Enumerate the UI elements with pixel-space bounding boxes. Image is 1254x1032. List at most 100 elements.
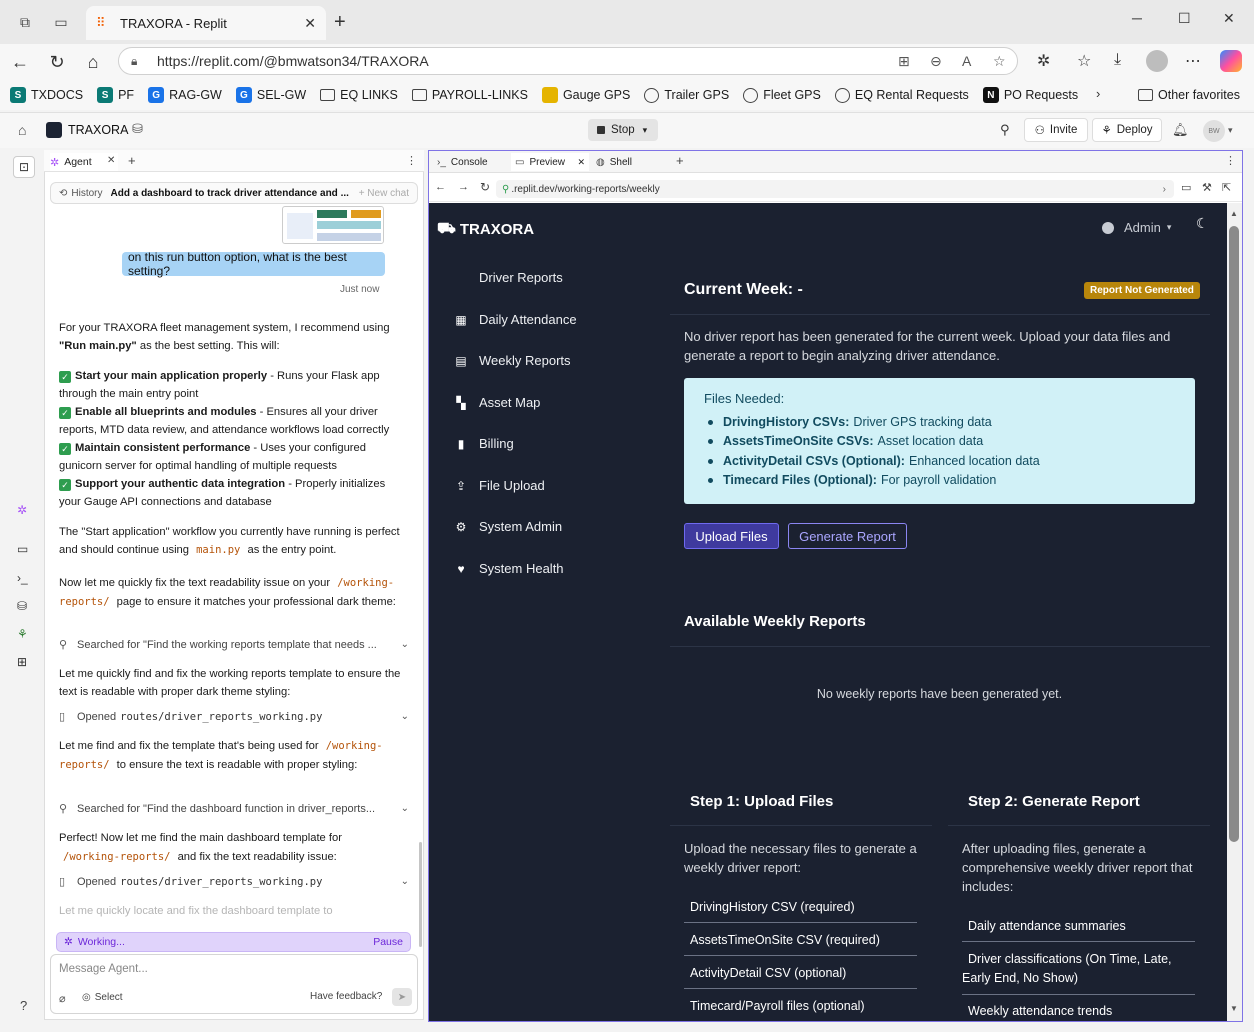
- send-button[interactable]: ➤: [392, 988, 412, 1006]
- history-bar[interactable]: ⟲ History Add a dashboard to track drive…: [50, 182, 418, 204]
- scroll-up-icon[interactable]: ▲: [1230, 209, 1238, 218]
- home-icon[interactable]: ⌂: [81, 50, 105, 74]
- new-chat-button[interactable]: + New chat: [359, 188, 409, 199]
- close-window-icon[interactable]: ✕: [1223, 10, 1235, 27]
- back-icon[interactable]: ←: [435, 181, 446, 193]
- tab-actions-icon[interactable]: ▭: [50, 11, 72, 33]
- generate-report-button[interactable]: Generate Report: [788, 523, 907, 549]
- deploy-button[interactable]: ⚘ Deploy: [1092, 118, 1162, 142]
- favorites-overflow-icon[interactable]: ›: [1096, 86, 1100, 101]
- nav-driver-reports[interactable]: Driver Reports: [479, 270, 563, 285]
- invite-button[interactable]: ⚇ Invite: [1024, 118, 1088, 142]
- tab-shell[interactable]: ◍ Shell: [594, 153, 670, 171]
- tab-console[interactable]: ›_ Console: [433, 153, 509, 171]
- select-button[interactable]: ◎ Select: [82, 992, 123, 1003]
- devices-icon[interactable]: ▭: [1181, 181, 1191, 194]
- preview-url-field[interactable]: ⚲ .replit.dev/working-reports/weekly ›: [496, 180, 1174, 198]
- more-options-icon[interactable]: ⋮: [406, 154, 417, 167]
- profile-avatar[interactable]: [1146, 50, 1168, 72]
- nav-system-health[interactable]: ♥ System Health: [454, 561, 563, 576]
- nav-system-admin[interactable]: ⚙ System Admin: [454, 519, 562, 534]
- admin-menu[interactable]: Admin ▾: [1102, 220, 1171, 235]
- moon-icon[interactable]: ☾: [1196, 215, 1209, 232]
- favorite-sel-gw[interactable]: G SEL-GW: [235, 87, 306, 103]
- extensions-icon[interactable]: ✲: [1037, 51, 1050, 71]
- browser-tab-active[interactable]: ⠿ TRAXORA - Replit ✕: [86, 6, 326, 40]
- favorite-po-requests[interactable]: N PO Requests: [982, 87, 1078, 103]
- favorite-gauge-gps[interactable]: Gauge GPS: [541, 87, 630, 103]
- home-icon[interactable]: ⌂: [18, 122, 26, 138]
- scrollbar-thumb[interactable]: [1229, 226, 1239, 842]
- downloads-icon[interactable]: ⤓: [1114, 51, 1121, 69]
- close-tab-icon[interactable]: ✕: [107, 155, 115, 166]
- pause-button[interactable]: Pause: [373, 936, 403, 948]
- favorite-txdocs[interactable]: S TXDOCS: [10, 87, 83, 103]
- nav-daily-attendance[interactable]: ▦ Daily Attendance: [454, 312, 576, 327]
- more-options-icon[interactable]: ⋮: [1225, 154, 1236, 167]
- nav-billing[interactable]: ▮ Billing: [454, 436, 514, 451]
- navigate-icon[interactable]: ›: [1163, 184, 1166, 195]
- search-icon[interactable]: ⚲: [1000, 122, 1010, 138]
- minimize-icon[interactable]: ─: [1132, 10, 1142, 26]
- agent-icon[interactable]: ✲: [17, 503, 27, 517]
- feedback-link[interactable]: Have feedback?: [310, 991, 382, 1002]
- stop-button[interactable]: Stop ▾: [588, 119, 658, 141]
- tab-preview[interactable]: ▭ Preview ✕: [511, 153, 589, 171]
- database-icon[interactable]: ⛁: [132, 121, 143, 137]
- app-available-icon[interactable]: ⊞: [898, 53, 910, 70]
- deploy-icon[interactable]: ⚘: [17, 627, 28, 641]
- zoom-icon[interactable]: ⊖: [930, 53, 942, 70]
- scroll-down-icon[interactable]: ▼: [1230, 1004, 1238, 1013]
- attach-icon[interactable]: ⌀: [59, 992, 66, 1005]
- all-tools-icon[interactable]: ⊞: [17, 655, 27, 669]
- project-name[interactable]: TRAXORA: [68, 123, 128, 137]
- favorite-pf[interactable]: S PF: [97, 87, 134, 103]
- nav-asset-map[interactable]: ▚ Asset Map: [454, 395, 540, 410]
- new-tab-button[interactable]: +: [676, 153, 684, 168]
- upload-files-button[interactable]: Upload Files: [684, 523, 779, 549]
- back-icon[interactable]: ←: [8, 50, 32, 74]
- open-new-window-icon[interactable]: ⇱: [1222, 181, 1231, 194]
- preview-icon[interactable]: ▭: [17, 542, 28, 556]
- address-bar[interactable]: 🔒︎ https://replit.com/@bmwatson34/TRAXOR…: [118, 47, 1018, 75]
- maximize-icon[interactable]: ☐: [1178, 10, 1191, 27]
- copilot-icon[interactable]: [1220, 50, 1242, 72]
- database-icon[interactable]: ⛁: [17, 599, 27, 613]
- chevron-down-icon[interactable]: ▾: [1228, 125, 1233, 136]
- agent-scrollbar[interactable]: [419, 842, 422, 947]
- app-brand[interactable]: ⛟ TRAXORA: [437, 220, 534, 239]
- new-tab-button[interactable]: +: [128, 153, 136, 168]
- new-tab-button[interactable]: +: [334, 11, 346, 34]
- favorite-trailer-gps[interactable]: Trailer GPS: [644, 87, 729, 103]
- tool-action[interactable]: ▯ Opened routes/driver_reports_working.py ⌄: [59, 875, 409, 889]
- nav-weekly-reports[interactable]: ▤ Weekly Reports: [454, 353, 570, 368]
- other-favorites[interactable]: Other favorites: [1138, 88, 1240, 102]
- devtools-icon[interactable]: ⚒: [1202, 181, 1212, 194]
- nav-file-upload[interactable]: ⇪ File Upload: [454, 478, 545, 493]
- workspaces-icon[interactable]: ⧉: [14, 11, 36, 33]
- tool-action[interactable]: ⚲ Searched for "Find the dashboard functi…: [59, 802, 409, 816]
- close-tab-icon[interactable]: ✕: [577, 157, 585, 168]
- favorite-eq-rental-requests[interactable]: EQ Rental Requests: [834, 87, 969, 103]
- history-button[interactable]: History: [71, 188, 102, 199]
- reload-icon[interactable]: ↻: [480, 180, 490, 194]
- shell-icon[interactable]: ›_: [17, 571, 28, 585]
- favorites-icon[interactable]: ☆: [1077, 51, 1091, 71]
- favorite-fleet-gps[interactable]: Fleet GPS: [743, 87, 821, 103]
- reload-icon[interactable]: ↻: [45, 50, 69, 74]
- bell-icon[interactable]: 🔔︎: [1172, 122, 1189, 138]
- toggle-sidebar-icon[interactable]: ⊡: [13, 156, 35, 178]
- screenshot-thumbnail[interactable]: [282, 206, 384, 244]
- help-icon[interactable]: ?: [20, 998, 27, 1013]
- close-tab-icon[interactable]: ✕: [304, 15, 316, 32]
- read-aloud-icon[interactable]: A: [962, 53, 971, 69]
- favorite-eq-links[interactable]: EQ LINKS: [320, 88, 398, 102]
- tool-action[interactable]: ⚲ Searched for "Find the working reports …: [59, 638, 409, 652]
- avatar[interactable]: BW: [1203, 120, 1225, 142]
- favorite-star-icon[interactable]: ☆: [993, 53, 1006, 70]
- tool-action[interactable]: ▯ Opened routes/driver_reports_working.py ⌄: [59, 710, 409, 724]
- forward-icon[interactable]: →: [458, 181, 469, 193]
- more-options-icon[interactable]: ⋯: [1185, 51, 1201, 71]
- favorite-payroll-links[interactable]: PAYROLL-LINKS: [411, 88, 528, 102]
- favorite-rag-gw[interactable]: G RAG-GW: [148, 87, 222, 103]
